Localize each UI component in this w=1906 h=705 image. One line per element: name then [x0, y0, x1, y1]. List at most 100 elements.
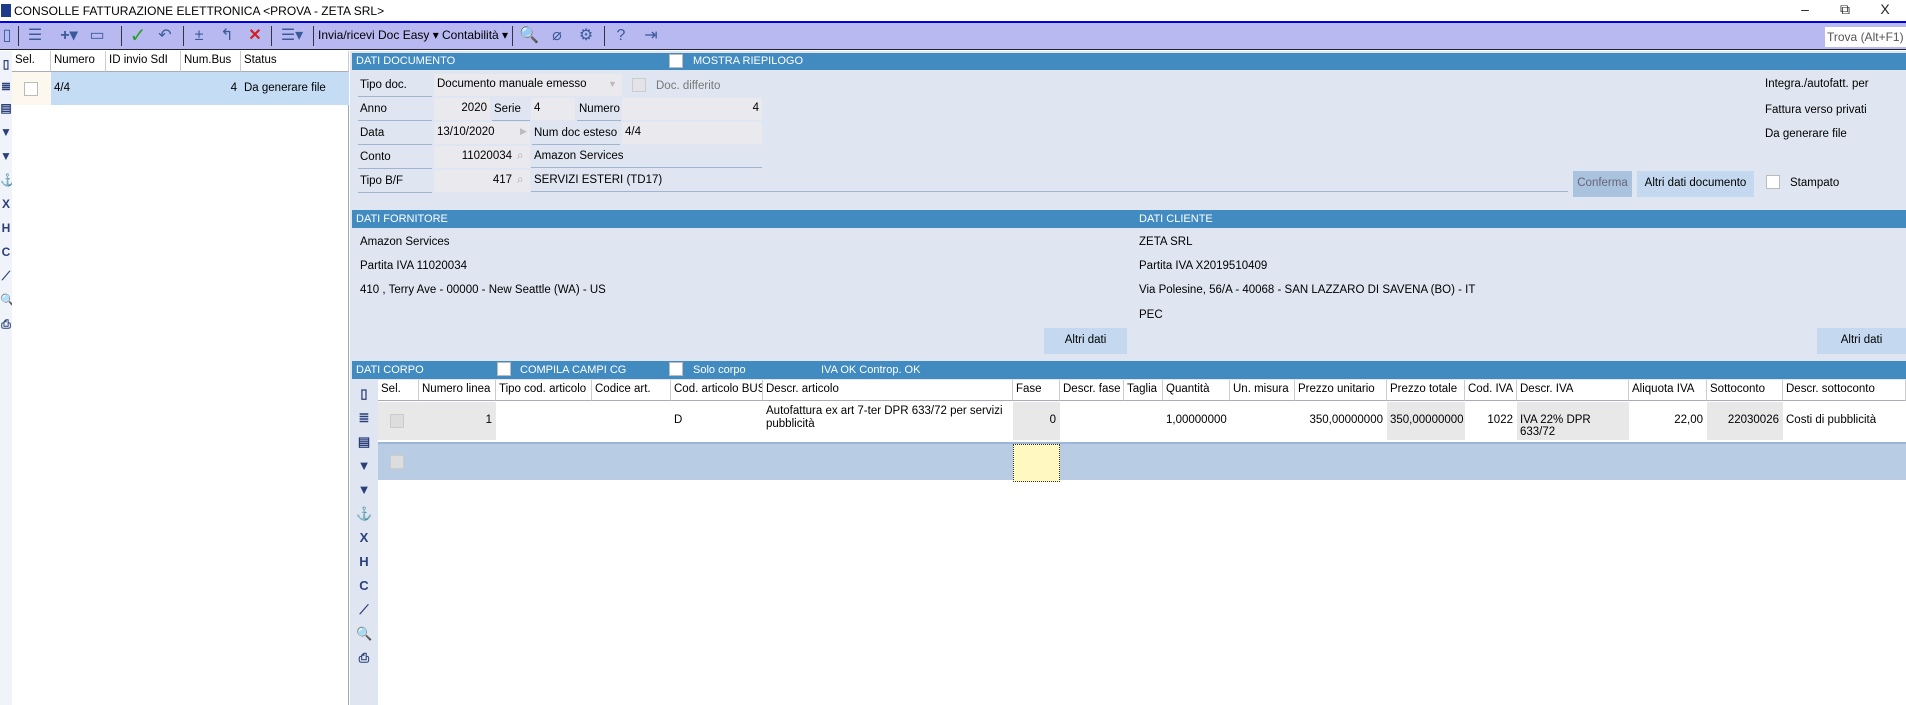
list-icon[interactable]: ≣ [356, 410, 372, 426]
print-icon[interactable]: ⎙ [0, 317, 12, 331]
column-header[interactable]: Fase [1013, 380, 1060, 401]
cell-16[interactable]: 22030026 [1707, 402, 1783, 440]
cell-5[interactable]: Autofattura ex art 7-ter DPR 633/72 per … [763, 402, 1013, 440]
column-header[interactable]: Prezzo totale [1387, 380, 1465, 401]
doc-easy-menu[interactable]: Invia/ricevi Doc Easy ▾ [318, 28, 439, 42]
attachment-icon[interactable]: ⌀ [546, 26, 568, 46]
export-x-icon[interactable]: X [0, 197, 12, 211]
export-h-icon[interactable]: H [356, 554, 372, 569]
column-header[interactable]: Status [241, 51, 349, 72]
cell-3[interactable] [592, 402, 671, 440]
column-header[interactable]: Prezzo unitario [1295, 380, 1387, 401]
table-icon[interactable]: ▤ [356, 434, 372, 450]
confirm-check-icon[interactable]: ✓ [126, 26, 150, 46]
solo-corpo-checkbox[interactable] [669, 362, 683, 376]
help-icon[interactable]: ? [610, 26, 632, 46]
anchor-icon[interactable]: ⚓ [0, 173, 15, 187]
column-header[interactable]: Tipo cod. articolo [496, 380, 592, 401]
print-icon[interactable]: ⎙ [356, 650, 372, 666]
chart-icon[interactable]: ⟋ [0, 269, 12, 283]
doc-differito-checkbox[interactable] [632, 78, 646, 92]
conferma-button[interactable]: Conferma [1573, 171, 1632, 197]
filter-clear-icon[interactable]: ▼ [356, 482, 372, 497]
row-checkbox[interactable] [390, 455, 404, 469]
conto-field[interactable]: 11020034 [434, 146, 530, 168]
preview-icon[interactable]: 🔍 [356, 626, 372, 642]
column-header[interactable]: Numero [51, 51, 106, 72]
minimize-button[interactable]: – [1785, 1, 1825, 17]
column-header[interactable]: Aliquota IVA [1629, 380, 1707, 401]
column-header[interactable]: Descr. IVA [1517, 380, 1629, 401]
compila-campi-cg-checkbox[interactable] [497, 362, 511, 376]
export-c-icon[interactable]: C [0, 245, 12, 259]
restore-button[interactable]: ⧉ [1825, 1, 1865, 18]
filter-icon[interactable]: ▼ [0, 125, 12, 139]
column-header[interactable]: Descr. articolo [763, 380, 1013, 401]
mostra-riepilogo-checkbox[interactable] [669, 54, 683, 68]
cell-4[interactable]: D [671, 402, 763, 440]
row-checkbox[interactable] [390, 414, 404, 428]
anno-field[interactable]: 2020 [434, 98, 490, 120]
row-checkbox[interactable] [24, 82, 38, 96]
add-icon[interactable]: +▾ [56, 26, 82, 46]
list-add-icon[interactable]: ☰ [24, 26, 46, 46]
export-h-icon[interactable]: H [0, 221, 12, 235]
cell-9[interactable]: 1,00000000 [1163, 402, 1230, 440]
new-row[interactable] [378, 442, 1906, 482]
insert-row-icon[interactable]: ± [188, 26, 210, 46]
preview-icon[interactable]: 🔍 [518, 26, 540, 46]
cell-2[interactable] [496, 402, 592, 440]
cell-0[interactable] [378, 402, 419, 440]
menu-icon[interactable]: ☰▾ [276, 26, 308, 46]
column-header[interactable]: Sel. [12, 51, 51, 72]
column-header[interactable]: Num.Bus [181, 51, 241, 72]
column-header[interactable]: Codice art. [592, 380, 671, 401]
data-field[interactable]: 13/10/2020 [434, 122, 530, 144]
cell-10[interactable] [1230, 402, 1295, 440]
preview-icon[interactable]: 🔍 [0, 293, 15, 307]
cell-6[interactable]: 0 [1013, 402, 1060, 440]
column-header[interactable]: Numero linea [419, 380, 496, 401]
export-x-icon[interactable]: X [356, 530, 372, 545]
stampato-checkbox[interactable] [1766, 175, 1780, 189]
contabilita-menu[interactable]: Contabilità ▾ [442, 28, 508, 42]
altri-dati-documento-button[interactable]: Altri dati documento [1637, 171, 1754, 197]
export-c-icon[interactable]: C [356, 578, 372, 593]
revert-row-icon[interactable]: ↰ [216, 26, 238, 46]
cell-15[interactable]: 22,00 [1629, 402, 1707, 440]
column-header[interactable]: Un. misura [1230, 380, 1295, 401]
cell-11[interactable]: 350,00000000 [1295, 402, 1387, 440]
column-header[interactable]: Quantità [1163, 380, 1230, 401]
cell-12[interactable]: 350,00000000 [1387, 402, 1465, 440]
numero-field[interactable]: 4 [622, 98, 762, 120]
column-header[interactable]: Sottoconto [1707, 380, 1783, 401]
cell-8[interactable] [1124, 402, 1163, 440]
column-header[interactable]: Cod. articolo BUS [671, 380, 763, 401]
active-cell-fase[interactable] [1013, 444, 1060, 482]
column-header[interactable]: Taglia [1124, 380, 1163, 401]
column-header[interactable]: ID invio SdI [106, 51, 181, 72]
altri-dati-cliente-button[interactable]: Altri dati [1817, 328, 1906, 354]
delete-icon[interactable]: ✕ [244, 26, 266, 46]
column-header[interactable]: Descr. fase [1060, 380, 1124, 401]
new-doc-icon[interactable]: ▯ [0, 26, 14, 46]
num-doc-esteso-field[interactable]: 4/4 [622, 122, 762, 144]
search-input[interactable]: Trova (Alt+F1) [1825, 27, 1906, 47]
anchor-icon[interactable]: ⚓ [356, 506, 372, 522]
undo-icon[interactable]: ↶ [154, 26, 176, 46]
column-header[interactable]: Cod. IVA [1465, 380, 1517, 401]
table-icon[interactable]: ▤ [0, 101, 12, 115]
exit-icon[interactable]: ⇥ [640, 26, 662, 46]
settings-icon[interactable]: ⚙ [574, 26, 598, 46]
cell-14[interactable]: IVA 22% DPR 633/72 [1517, 402, 1629, 440]
cell-7[interactable] [1060, 402, 1124, 440]
cell-1[interactable]: 1 [419, 402, 496, 440]
cell-17[interactable]: Costi di pubblicità [1783, 402, 1906, 440]
list-icon[interactable]: ≣ [0, 79, 12, 93]
search-icon[interactable]: ⌕ [517, 150, 523, 163]
view-icon[interactable]: ▯ [356, 386, 372, 402]
close-button[interactable]: X [1865, 1, 1905, 17]
table-row[interactable]: 4/4 4 Da generare file [12, 72, 349, 105]
altri-dati-fornitore-button[interactable]: Altri dati [1044, 328, 1127, 354]
search-icon[interactable]: ⌕ [517, 174, 523, 187]
